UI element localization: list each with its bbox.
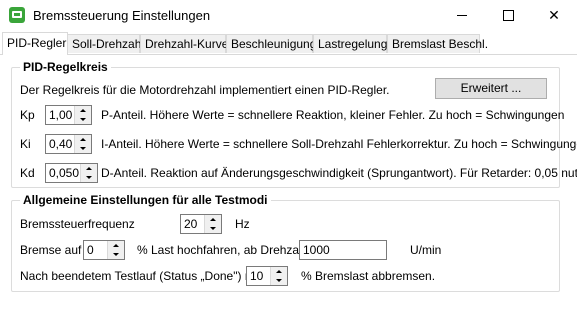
pid-group: PID-Regelkreis Der Regelkreis für die Mo… xyxy=(11,60,577,188)
kp-spinner[interactable]: 1,00 xyxy=(45,105,92,125)
ki-down-button[interactable] xyxy=(75,144,91,153)
rpm-unit: U/min xyxy=(410,243,442,257)
arrow-up-icon xyxy=(210,218,216,221)
maximize-button[interactable] xyxy=(485,0,531,31)
tab-soll-drehzahl[interactable]: Soll-Drehzahl xyxy=(67,34,144,53)
kd-value: 0,050 xyxy=(49,166,80,180)
ki-value: 0,40 xyxy=(49,137,73,151)
frequency-spinner[interactable]: 20 xyxy=(180,214,222,234)
after-test-unit: % Bremslast abbremsen. xyxy=(301,269,436,283)
after-test-spinner[interactable]: 10 xyxy=(246,266,288,286)
advanced-button[interactable]: Erweitert ... xyxy=(435,78,547,99)
minimize-icon xyxy=(457,15,467,16)
kp-label: Kp xyxy=(20,108,35,122)
arrow-up-icon xyxy=(80,138,86,141)
tab-bremslast-beschl[interactable]: Bremslast Beschl. xyxy=(387,34,488,53)
arrow-up-icon xyxy=(276,270,282,273)
brake-spinner[interactable]: 0 xyxy=(83,240,125,260)
app-icon xyxy=(9,7,25,23)
tab-lastregelung[interactable]: Lastregelung xyxy=(313,34,387,53)
close-button[interactable]: ✕ xyxy=(531,0,577,31)
arrow-down-icon xyxy=(113,253,119,256)
arrow-down-icon xyxy=(86,176,92,179)
frequency-unit: Hz xyxy=(235,217,250,231)
arrow-down-icon xyxy=(80,147,86,150)
ki-label: Ki xyxy=(20,137,31,151)
kd-description: D-Anteil. Reaktion auf Änderungsgeschwin… xyxy=(101,166,577,180)
kp-value: 1,00 xyxy=(49,108,73,122)
ki-description: I-Anteil. Höhere Werte = schnellere Soll… xyxy=(101,137,577,151)
ki-spinner[interactable]: 0,40 xyxy=(45,134,92,154)
frequency-label: Bremssteuerfrequenz xyxy=(20,217,135,231)
title-bar: Bremssteuerung Einstellungen ✕ xyxy=(0,0,577,31)
brake-mid-text: % Last hochfahren, ab Drehzahl: xyxy=(137,243,312,257)
arrow-up-icon xyxy=(80,109,86,112)
tab-pid-regler[interactable]: PID-Regler xyxy=(2,32,68,55)
arrow-down-icon xyxy=(80,118,86,121)
close-icon: ✕ xyxy=(548,7,560,23)
kd-down-button[interactable] xyxy=(81,173,97,182)
kd-spinner[interactable]: 0,050 xyxy=(45,163,98,183)
tab-strip: PID-Regler Soll-Drehzahl Drehzahl-Kurve … xyxy=(0,32,577,55)
rpm-input[interactable]: 1000 xyxy=(299,240,387,260)
rpm-value: 1000 xyxy=(303,243,330,257)
kd-label: Kd xyxy=(20,166,35,180)
after-test-value: 10 xyxy=(250,269,264,283)
pid-intro-text: Der Regelkreis für die Motordrehzahl imp… xyxy=(20,83,390,97)
tab-panel: PID-Regelkreis Der Regelkreis für die Mo… xyxy=(0,55,577,309)
kp-description: P-Anteil. Höhere Werte = schnellere Reak… xyxy=(101,108,565,122)
window-title: Bremssteuerung Einstellungen xyxy=(33,8,211,23)
minimize-button[interactable] xyxy=(439,0,485,31)
kp-down-button[interactable] xyxy=(75,115,91,124)
general-group: Allgemeine Einstellungen für alle Testmo… xyxy=(11,193,560,292)
arrow-down-icon xyxy=(210,227,216,230)
general-group-title: Allgemeine Einstellungen für alle Testmo… xyxy=(20,193,271,207)
tab-beschleunigung[interactable]: Beschleunigung xyxy=(226,34,316,53)
frequency-value: 20 xyxy=(184,217,198,231)
arrow-up-icon xyxy=(113,244,119,247)
arrow-down-icon xyxy=(276,279,282,282)
arrow-up-icon xyxy=(86,167,92,170)
frequency-down-button[interactable] xyxy=(205,224,221,233)
after-test-down-button[interactable] xyxy=(271,276,287,285)
after-test-label: Nach beendetem Testlauf (Status „Done") … xyxy=(20,269,261,283)
brake-value: 0 xyxy=(87,243,94,257)
maximize-icon xyxy=(502,10,514,21)
brake-down-button[interactable] xyxy=(108,250,124,259)
brake-label: Bremse auf xyxy=(20,243,82,257)
tab-drehzahl-kurve[interactable]: Drehzahl-Kurve xyxy=(140,34,228,53)
pid-group-title: PID-Regelkreis xyxy=(20,60,111,74)
